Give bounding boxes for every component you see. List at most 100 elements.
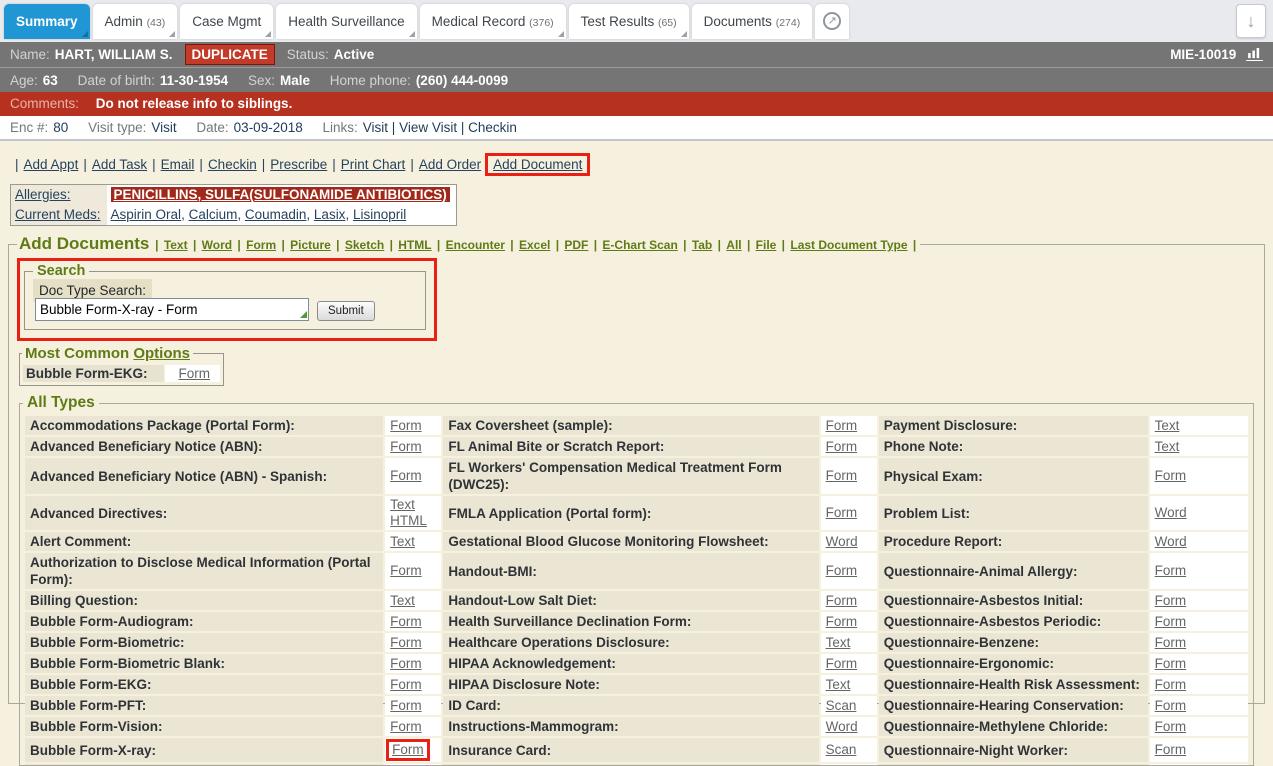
- doc-link-text[interactable]: Text: [390, 534, 415, 549]
- doc-link-text[interactable]: Text: [1155, 418, 1180, 433]
- doc-link-form[interactable]: Form: [826, 614, 858, 629]
- med-link-coumadin[interactable]: Coumadin: [245, 207, 307, 222]
- doc-link-html[interactable]: HTML: [390, 513, 427, 528]
- doc-link-form[interactable]: Form: [390, 614, 422, 629]
- doc-link-form[interactable]: Form: [826, 439, 858, 454]
- duplicate-badge[interactable]: DUPLICATE: [185, 44, 275, 65]
- doc-link-form[interactable]: Form: [826, 656, 858, 671]
- doc-link-form[interactable]: Form: [826, 593, 858, 608]
- enc-link-separator: |: [457, 120, 468, 135]
- doc-link-cell: Form: [1150, 633, 1248, 652]
- doc-link-form[interactable]: Form: [1155, 677, 1187, 692]
- doc-link-scan[interactable]: Scan: [826, 742, 857, 757]
- doc-link-form[interactable]: Form: [1155, 635, 1187, 650]
- doc-link-word[interactable]: Word: [826, 719, 858, 734]
- doc-link-form[interactable]: Form: [1155, 656, 1187, 671]
- doc-link-form[interactable]: Form: [1155, 719, 1187, 734]
- documents-external-tab[interactable]: ↗: [815, 4, 849, 39]
- doc-link-form[interactable]: Form: [826, 468, 858, 483]
- allergies-link[interactable]: Allergies:: [15, 187, 71, 202]
- action-link-email[interactable]: Email: [161, 157, 195, 172]
- action-link-add-order[interactable]: Add Order: [419, 157, 481, 172]
- med-link-calcium[interactable]: Calcium: [189, 207, 238, 222]
- encounter-link-checkin[interactable]: Checkin: [468, 120, 517, 135]
- doc-link-cell: Word: [1150, 532, 1248, 551]
- doc-link-text[interactable]: Text: [390, 593, 415, 608]
- typelink-all[interactable]: All: [726, 238, 741, 252]
- doc-link-text[interactable]: Text: [390, 497, 415, 512]
- current-meds-link[interactable]: Current Meds:: [15, 207, 101, 222]
- typelink-sketch[interactable]: Sketch: [345, 238, 384, 252]
- meds-separator: ,: [306, 207, 314, 222]
- typelink-pdf[interactable]: PDF: [564, 238, 588, 252]
- action-link-add-appt[interactable]: Add Appt: [24, 157, 79, 172]
- doc-link-word[interactable]: Word: [1155, 505, 1187, 520]
- doc-type-search-input[interactable]: [35, 298, 309, 321]
- action-link-prescribe[interactable]: Prescribe: [270, 157, 327, 172]
- typelink-excel[interactable]: Excel: [519, 238, 550, 252]
- action-link-add-task[interactable]: Add Task: [92, 157, 147, 172]
- options-link[interactable]: Options: [133, 345, 190, 362]
- submit-button[interactable]: Submit: [317, 301, 375, 321]
- action-link-add-document[interactable]: Add Document: [493, 157, 582, 172]
- doc-link-form[interactable]: Form: [390, 439, 422, 454]
- tab-documents[interactable]: Documents (274): [692, 4, 813, 39]
- typelink-word[interactable]: Word: [202, 238, 232, 252]
- med-link-lisinopril[interactable]: Lisinopril: [353, 207, 406, 222]
- typelink-file[interactable]: File: [756, 238, 777, 252]
- doc-link-form[interactable]: Form: [390, 563, 422, 578]
- doc-link-form[interactable]: Form: [1155, 614, 1187, 629]
- doc-type-label: Questionnaire-Asbestos Initial:: [879, 591, 1148, 610]
- doc-link-form[interactable]: Form: [390, 677, 422, 692]
- download-button[interactable]: ↓: [1236, 4, 1266, 38]
- tab-summary[interactable]: Summary: [4, 4, 90, 39]
- table-row: Accommodations Package (Portal Form):For…: [25, 416, 1248, 435]
- tab-test-results[interactable]: Test Results (65): [569, 4, 689, 39]
- meds-separator: ,: [237, 207, 245, 222]
- tabs-container: SummaryAdmin (43)Case MgmtHealth Surveil…: [4, 24, 815, 39]
- doc-link-form[interactable]: Form: [390, 719, 422, 734]
- bar-chart-icon[interactable]: [1246, 48, 1263, 61]
- doc-link-text[interactable]: Text: [826, 677, 851, 692]
- doc-link-form[interactable]: Form: [826, 505, 858, 520]
- doc-link-text[interactable]: Text: [826, 635, 851, 650]
- doc-link-cell: Form: [821, 416, 877, 435]
- encounter-link-visit[interactable]: Visit: [363, 120, 388, 135]
- typelink-tab[interactable]: Tab: [692, 238, 712, 252]
- doc-type-label: Billing Question:: [25, 591, 383, 610]
- doc-link-word[interactable]: Word: [826, 534, 858, 549]
- encounter-link-view-visit[interactable]: View Visit: [399, 120, 457, 135]
- typelink-picture[interactable]: Picture: [290, 238, 331, 252]
- tab-health-surveillance[interactable]: Health Surveillance: [276, 4, 416, 39]
- doc-link-form[interactable]: Form: [179, 366, 211, 381]
- doc-link-form[interactable]: Form: [390, 418, 422, 433]
- doc-link-form[interactable]: Form: [390, 635, 422, 650]
- action-link-print-chart[interactable]: Print Chart: [341, 157, 406, 172]
- doc-link-form[interactable]: Form: [826, 563, 858, 578]
- doc-link-form[interactable]: Form: [390, 468, 422, 483]
- doc-link-form[interactable]: Form: [1155, 593, 1187, 608]
- tab-case-mgmt[interactable]: Case Mgmt: [180, 4, 273, 39]
- tab-menu-corner-icon: [681, 31, 687, 37]
- doc-link-word[interactable]: Word: [1155, 534, 1187, 549]
- doc-link-form[interactable]: Form: [1155, 468, 1187, 483]
- doc-link-form[interactable]: Form: [392, 742, 424, 757]
- med-link-lasix[interactable]: Lasix: [314, 207, 346, 222]
- typelink-last-document-type[interactable]: Last Document Type: [790, 238, 907, 252]
- typelink-form[interactable]: Form: [246, 238, 276, 252]
- doc-link-form[interactable]: Form: [390, 656, 422, 671]
- doc-link-form[interactable]: Form: [1155, 563, 1187, 578]
- action-link-checkin[interactable]: Checkin: [208, 157, 257, 172]
- typelink-encounter[interactable]: Encounter: [446, 238, 505, 252]
- med-link-aspirin-oral[interactable]: Aspirin Oral: [111, 207, 182, 222]
- typelink-e-chart-scan[interactable]: E-Chart Scan: [602, 238, 677, 252]
- tab-medical-record[interactable]: Medical Record (376): [420, 4, 566, 39]
- doc-link-cell: Scan: [821, 738, 877, 762]
- typelink-text[interactable]: Text: [164, 238, 188, 252]
- doc-link-form[interactable]: Form: [826, 418, 858, 433]
- allergy-value[interactable]: PENICILLINS, SULFA(SULFONAMIDE ANTIBIOTI…: [111, 187, 450, 202]
- typelink-html[interactable]: HTML: [398, 238, 431, 252]
- doc-link-text[interactable]: Text: [1155, 439, 1180, 454]
- doc-link-form[interactable]: Form: [1155, 742, 1187, 757]
- tab-admin[interactable]: Admin (43): [93, 4, 178, 39]
